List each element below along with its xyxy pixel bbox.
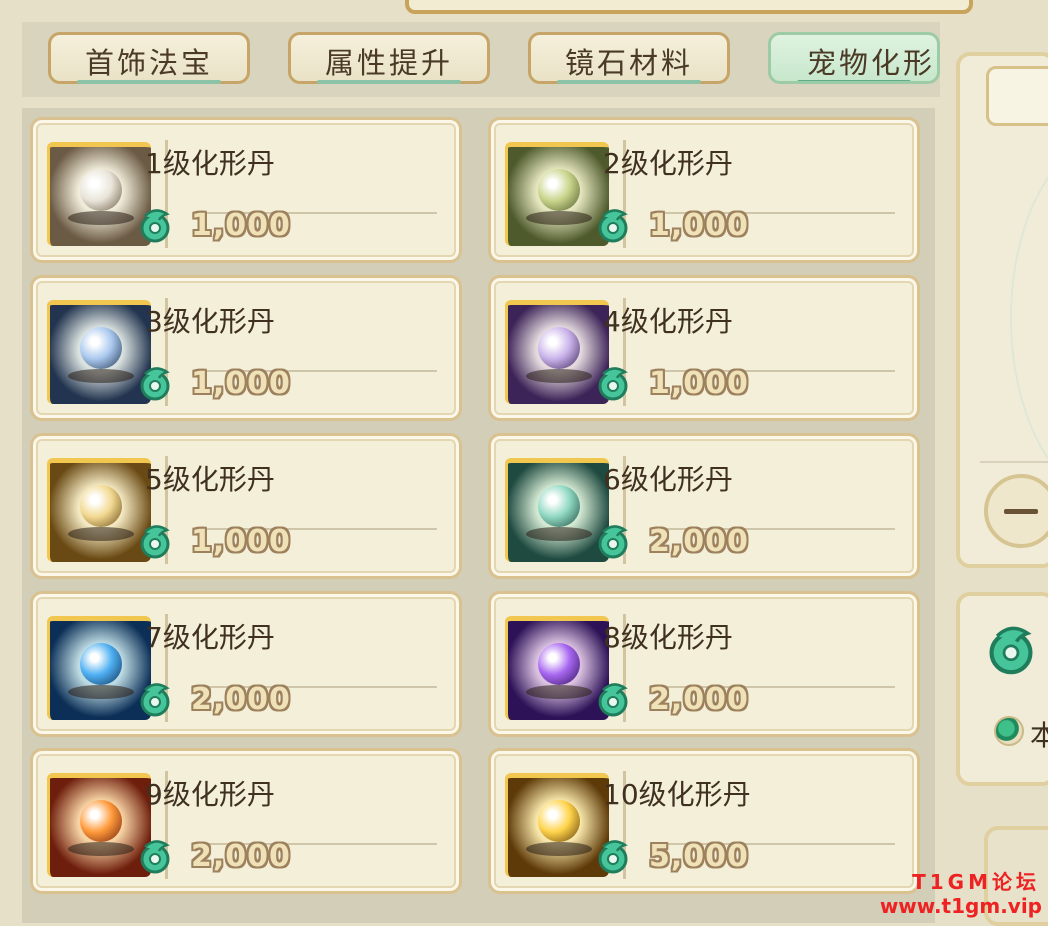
shop-item-card[interactable]: 4级化形丹 1,000	[488, 275, 920, 421]
white-orb-icon	[47, 142, 151, 246]
minus-icon	[1004, 508, 1038, 514]
jade-orb-icon	[505, 458, 609, 562]
item-name: 4级化形丹	[603, 305, 733, 338]
gold-orb-icon	[47, 458, 151, 562]
jade-dragon-coin-icon	[989, 626, 1033, 675]
orb	[80, 169, 122, 211]
tab-attribute-boost[interactable]: 属性提升	[288, 32, 490, 84]
shop-item-card[interactable]: 7级化形丹 2,000	[30, 591, 462, 737]
shop-item-card[interactable]: 10级化形丹 5,000	[488, 748, 920, 894]
phoenix-orb-icon	[47, 773, 151, 877]
item-price: 2,000	[191, 839, 291, 874]
orb	[538, 800, 580, 842]
orb-stand	[68, 685, 134, 699]
item-price: 2,000	[191, 682, 291, 717]
jade-dragon-coin-icon	[140, 840, 170, 874]
orb	[538, 169, 580, 211]
orb	[80, 327, 122, 369]
orb-stand	[68, 842, 134, 856]
orb-stand	[68, 211, 134, 225]
jade-dragon-coin-icon	[598, 840, 628, 874]
currency-radio-label: 本	[1030, 714, 1048, 754]
orb	[538, 643, 580, 685]
item-price: 2,000	[649, 524, 749, 559]
tab-pet-transformation[interactable]: 宠物化形	[768, 32, 940, 84]
orb-stand	[526, 842, 592, 856]
decrease-quantity-button[interactable]	[984, 474, 1048, 548]
watermark-url: www.t1gm.vip	[879, 894, 1042, 918]
jade-dragon-coin-icon	[598, 683, 628, 717]
green-orb-icon	[505, 142, 609, 246]
item-price: 5,000	[649, 839, 749, 874]
orb	[80, 643, 122, 685]
item-price: 1,000	[191, 366, 291, 401]
orb	[538, 327, 580, 369]
item-name: 8级化形丹	[603, 621, 733, 654]
item-detail-panel	[956, 52, 1048, 568]
golden-dragon-orb-icon	[505, 773, 609, 877]
item-name: 9级化形丹	[145, 778, 275, 811]
orb-stand	[526, 527, 592, 541]
shop-item-card[interactable]: 9级化形丹 2,000	[30, 748, 462, 894]
orb-stand	[526, 685, 592, 699]
item-price: 1,000	[649, 366, 749, 401]
violet-dragon-orb-icon	[505, 616, 609, 720]
purple-orb-icon	[505, 300, 609, 404]
item-name: 1级化形丹	[145, 147, 275, 180]
jade-dragon-coin-icon	[140, 209, 170, 243]
blue-orb-icon	[47, 300, 151, 404]
item-name: 2级化形丹	[603, 147, 733, 180]
currency-radio[interactable]	[994, 716, 1024, 746]
orb-stand	[526, 369, 592, 383]
tab-jewelry-treasure[interactable]: 首饰法宝	[48, 32, 250, 84]
payment-panel: 本	[956, 592, 1048, 786]
jade-dragon-coin-icon	[140, 525, 170, 559]
shop-item-card[interactable]: 1级化形丹 1,000	[30, 117, 462, 263]
shop-item-card[interactable]: 3级化形丹 1,000	[30, 275, 462, 421]
jade-dragon-coin-icon	[140, 367, 170, 401]
detail-header-box	[986, 66, 1048, 126]
item-price: 2,000	[649, 682, 749, 717]
decorative-ring	[1010, 136, 1048, 500]
orb-stand	[68, 369, 134, 383]
azure-dragon-orb-icon	[47, 616, 151, 720]
item-name: 5级化形丹	[145, 463, 275, 496]
tab-mirror-stone-materials[interactable]: 镜石材料	[528, 32, 730, 84]
divider	[980, 461, 1048, 463]
orb-stand	[526, 211, 592, 225]
jade-dragon-coin-icon	[598, 525, 628, 559]
item-price: 1,000	[191, 208, 291, 243]
item-name: 7级化形丹	[145, 621, 275, 654]
item-name: 6级化形丹	[603, 463, 733, 496]
orb	[538, 485, 580, 527]
orb-stand	[68, 527, 134, 541]
jade-dragon-coin-icon	[598, 367, 628, 401]
item-price: 1,000	[191, 524, 291, 559]
shop-item-card[interactable]: 5级化形丹 1,000	[30, 433, 462, 579]
jade-dragon-coin-icon	[598, 209, 628, 243]
watermark-title: T1GM论坛	[912, 870, 1040, 894]
item-name: 3级化形丹	[145, 305, 275, 338]
shop-item-card[interactable]: 2级化形丹 1,000	[488, 117, 920, 263]
item-price: 1,000	[649, 208, 749, 243]
shop-item-card[interactable]: 8级化形丹 2,000	[488, 591, 920, 737]
orb	[80, 800, 122, 842]
item-name: 10级化形丹	[603, 778, 751, 811]
jade-dragon-coin-icon	[140, 683, 170, 717]
orb	[80, 485, 122, 527]
shop-item-card[interactable]: 6级化形丹 2,000	[488, 433, 920, 579]
top-frame	[405, 0, 973, 14]
